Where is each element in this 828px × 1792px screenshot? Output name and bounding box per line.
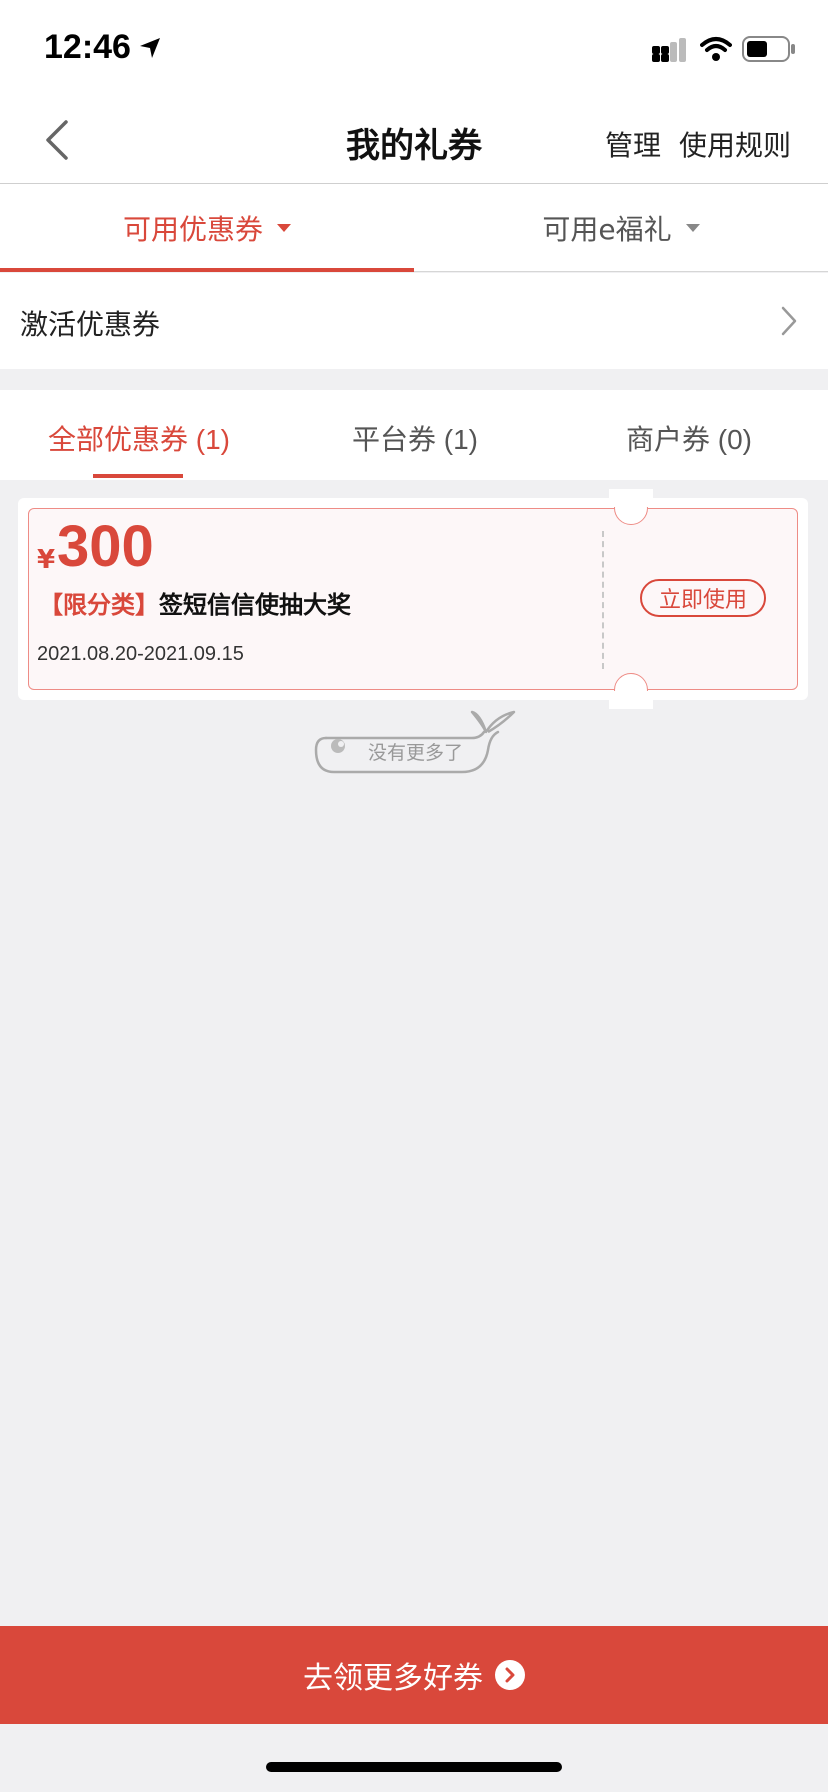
active-tab-indicator xyxy=(0,268,414,272)
active-subtab-indicator xyxy=(93,474,183,478)
tab-label: 可用优惠券 xyxy=(122,213,263,246)
arrow-right-circle-icon xyxy=(495,1660,525,1690)
caret-down-icon xyxy=(277,224,291,232)
coupon-name: 签短信信使抽大奖 xyxy=(159,591,351,619)
home-indicator xyxy=(266,1762,562,1772)
location-arrow-icon xyxy=(140,38,160,58)
activate-coupon-label: 激活优惠券 xyxy=(20,308,161,341)
no-more-indicator: 没有更多了 xyxy=(312,708,518,774)
notch-cover xyxy=(609,489,653,507)
tab-available-e-gift[interactable]: 可用e福礼 xyxy=(414,184,828,272)
status-bar: 12:46 xyxy=(0,0,828,96)
no-more-text: 没有更多了 xyxy=(368,742,464,764)
tab-available-coupons[interactable]: 可用优惠券 xyxy=(0,184,414,272)
battery-icon xyxy=(742,36,795,62)
tab-label: 可用e福礼 xyxy=(542,213,672,246)
nav-bar: 我的礼券 管理 使用规则 xyxy=(0,96,828,184)
coupon-currency: ¥ xyxy=(37,545,56,575)
tab-merchant-coupons[interactable]: 商户券 (0) xyxy=(626,418,752,458)
coupon-category-tag: 【限分类】 xyxy=(39,591,159,619)
coupon-filter-tabs: 全部优惠券 (1) 平台券 (1) 商户券 (0) xyxy=(0,390,828,480)
coupon-date-range: 2021.08.20-2021.09.15 xyxy=(37,643,244,665)
tab-platform-coupons[interactable]: 平台券 (1) xyxy=(352,418,478,458)
coupon-amount: 300 xyxy=(57,514,154,579)
manage-button[interactable]: 管理 xyxy=(605,124,661,164)
caret-down-icon xyxy=(685,224,700,232)
coupon-ticket: ¥ 300 【限分类】 签短信信使抽大奖 2021.08.20-2021.09.… xyxy=(28,489,798,709)
use-now-button[interactable]: 立即使用 xyxy=(640,579,766,617)
status-time: 12:46 xyxy=(44,28,131,66)
wifi-icon xyxy=(700,37,732,61)
notch-cover xyxy=(609,691,653,709)
tab-all-coupons[interactable]: 全部优惠券 (1) xyxy=(48,418,230,458)
cellular-signal-icon xyxy=(652,38,686,62)
activate-coupon-row[interactable]: 激活优惠券 xyxy=(0,273,828,369)
main-tabs: 可用优惠券 可用e福礼 xyxy=(0,184,828,272)
get-more-coupons-label: 去领更多好券 xyxy=(303,1661,483,1696)
coupon-card[interactable]: ¥ 300 【限分类】 签短信信使抽大奖 2021.08.20-2021.09.… xyxy=(18,489,808,709)
chevron-right-icon xyxy=(781,306,797,336)
coupon-divider xyxy=(602,531,604,669)
get-more-coupons-button[interactable]: 去领更多好券 xyxy=(0,1626,828,1724)
usage-rules-button[interactable]: 使用规则 xyxy=(679,124,791,164)
